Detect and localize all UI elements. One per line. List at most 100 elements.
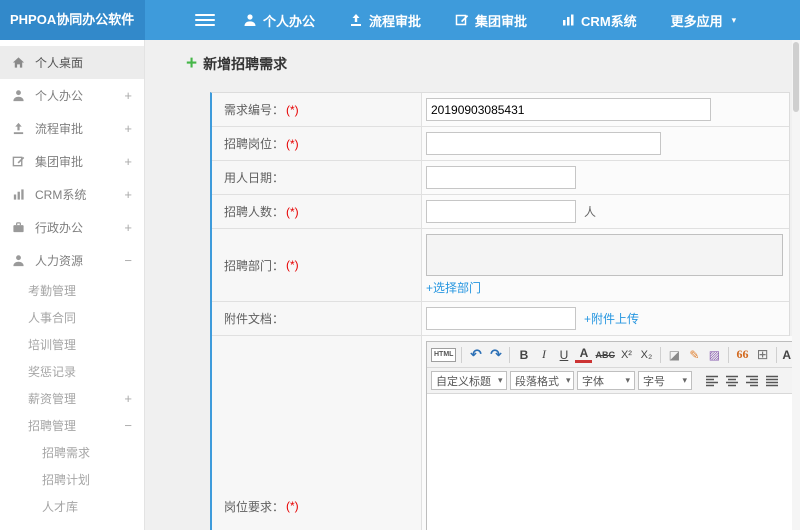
expand-toggle[interactable]: +: [124, 391, 132, 406]
toolbar-separator: [659, 346, 661, 363]
attachment-upload-link[interactable]: +附件上传: [584, 310, 639, 327]
sidebar-item-recruit-mgmt[interactable]: 招聘管理 −: [0, 412, 144, 439]
expand-toggle[interactable]: +: [124, 220, 132, 235]
sidebar-item-crm-system[interactable]: CRM系统 +: [0, 178, 144, 211]
field-value: +选择部门: [422, 229, 789, 301]
sidebar-item-training-mgmt[interactable]: 培训管理: [0, 331, 144, 358]
align-center-icon[interactable]: [723, 371, 740, 390]
align-left-icon[interactable]: [703, 371, 720, 390]
expand-toggle[interactable]: +: [124, 88, 132, 103]
editor-content-area[interactable]: [427, 394, 800, 530]
field-value: [422, 161, 789, 194]
align-right-icon[interactable]: [743, 371, 760, 390]
nav-process-approval[interactable]: 流程审批: [349, 11, 421, 30]
insert-table-icon[interactable]: ⊞: [754, 345, 771, 364]
font-size-dropdown[interactable]: 字号 ▾: [638, 371, 692, 390]
toolbar-separator: [775, 346, 777, 363]
subscript-button[interactable]: X₂: [638, 345, 655, 364]
hire-date-input[interactable]: [426, 166, 576, 189]
expand-toggle[interactable]: +: [124, 121, 132, 136]
sidebar-item-human-resources[interactable]: 人力资源 −: [0, 244, 144, 277]
toolbar-separator: [509, 346, 511, 363]
bar-chart-icon: [561, 13, 575, 27]
sidebar-item-label: 招聘管理: [28, 419, 77, 433]
collapse-toggle[interactable]: −: [124, 253, 132, 268]
sidebar-item-talent-pool[interactable]: 人才库: [0, 493, 144, 520]
alignment-buttons: [703, 371, 780, 390]
home-icon: [12, 56, 27, 69]
align-justify-icon[interactable]: [763, 371, 780, 390]
field-value: [422, 93, 789, 126]
scrollbar-thumb[interactable]: [793, 42, 799, 112]
custom-title-dropdown[interactable]: 自定义标题 ▾: [431, 371, 507, 390]
nav-crm-system[interactable]: CRM系统: [561, 11, 637, 30]
sidebar-item-personal-office[interactable]: 个人办公 +: [0, 79, 144, 112]
nav-more-apps[interactable]: 更多应用 ▾: [671, 11, 737, 30]
scrollbar[interactable]: [792, 40, 800, 530]
person-icon: [243, 13, 257, 27]
add-icon: +: [186, 53, 198, 74]
eraser-icon[interactable]: ◪: [666, 345, 683, 364]
sidebar-item-attendance-mgmt[interactable]: 考勤管理: [0, 277, 144, 304]
label-text: 附件文档：: [224, 312, 285, 326]
dropdown-label: 字号: [643, 375, 665, 388]
dropdown-label: 段落格式: [515, 375, 559, 388]
blockquote-button[interactable]: 66: [734, 345, 751, 364]
form-row-recruit-position: 招聘岗位： (*): [212, 127, 789, 161]
dropdown-label: 字体: [582, 375, 604, 388]
required-mark: (*): [286, 204, 299, 219]
nav-personal-office[interactable]: 个人办公: [243, 11, 315, 30]
sidebar-item-recruit-plan[interactable]: 招聘计划: [0, 466, 144, 493]
sidebar-item-label: 行政办公: [35, 221, 84, 235]
sidebar-item-hr-contract[interactable]: 人事合同: [0, 304, 144, 331]
request-number-input[interactable]: [426, 98, 711, 121]
nav-label: 流程审批: [369, 13, 422, 29]
label-text: 招聘人数：: [224, 205, 285, 219]
sidebar-item-group-approval[interactable]: 集团审批 +: [0, 145, 144, 178]
sidebar-item-label: 招聘需求: [42, 446, 91, 460]
redo-icon[interactable]: ↷: [487, 345, 504, 364]
recruit-department-textarea[interactable]: [426, 234, 783, 276]
italic-button[interactable]: I: [535, 345, 552, 364]
dropdown-label: 自定义标题: [436, 375, 491, 388]
highlight-color-button[interactable]: A: [575, 346, 593, 363]
bold-button[interactable]: B: [515, 345, 532, 364]
field-label: 附件文档：: [212, 302, 422, 335]
sidebar-item-label: 招聘计划: [42, 473, 91, 487]
html-source-button[interactable]: HTML: [431, 347, 457, 362]
sidebar-item-reward-punishment[interactable]: 奖惩记录: [0, 358, 144, 385]
strikethrough-button[interactable]: ABC: [595, 345, 615, 364]
recruit-count-input[interactable]: [426, 200, 576, 223]
recruit-position-input[interactable]: [426, 132, 661, 155]
attachment-input[interactable]: [426, 307, 576, 330]
form-row-attachment: 附件文档： +附件上传: [212, 302, 789, 336]
format-painter-icon[interactable]: ✎: [686, 345, 703, 364]
menu-toggle-icon[interactable]: [195, 14, 215, 26]
select-department-link[interactable]: +选择部门: [426, 279, 481, 296]
label-text: 需求编号：: [224, 103, 285, 117]
sidebar-item-label: 考勤管理: [28, 284, 77, 298]
superscript-button[interactable]: X²: [618, 345, 635, 364]
font-family-dropdown[interactable]: 字体 ▾: [577, 371, 635, 390]
expand-toggle[interactable]: +: [124, 187, 132, 202]
font-color-letter: A: [782, 347, 792, 362]
bar-chart-icon: [12, 188, 27, 201]
underline-button[interactable]: U: [555, 345, 572, 364]
required-mark: (*): [286, 102, 299, 117]
sidebar-item-salary-mgmt[interactable]: 薪资管理 +: [0, 385, 144, 412]
fill-color-icon[interactable]: ▨: [706, 345, 723, 364]
sidebar-item-label: 人力资源: [35, 254, 84, 268]
field-value: HTML ↶ ↷ B I U A ABC X² X₂ ◪ ✎ ▨ 66 ⊞ A …: [422, 336, 800, 530]
sidebar-item-recruit-request[interactable]: 招聘需求: [0, 439, 144, 466]
expand-toggle[interactable]: +: [124, 154, 132, 169]
sidebar-item-admin-office[interactable]: 行政办公 +: [0, 211, 144, 244]
sidebar-item-personal-desktop[interactable]: 个人桌面: [0, 46, 144, 79]
sidebar-item-label: 个人办公: [35, 89, 84, 103]
sidebar-item-label: 薪资管理: [28, 392, 77, 406]
upload-arrow-icon: [12, 122, 27, 135]
sidebar-item-process-approval[interactable]: 流程审批 +: [0, 112, 144, 145]
nav-group-approval[interactable]: 集团审批: [455, 11, 527, 30]
collapse-toggle[interactable]: −: [124, 418, 132, 433]
undo-icon[interactable]: ↶: [467, 345, 484, 364]
paragraph-format-dropdown[interactable]: 段落格式 ▾: [510, 371, 574, 390]
